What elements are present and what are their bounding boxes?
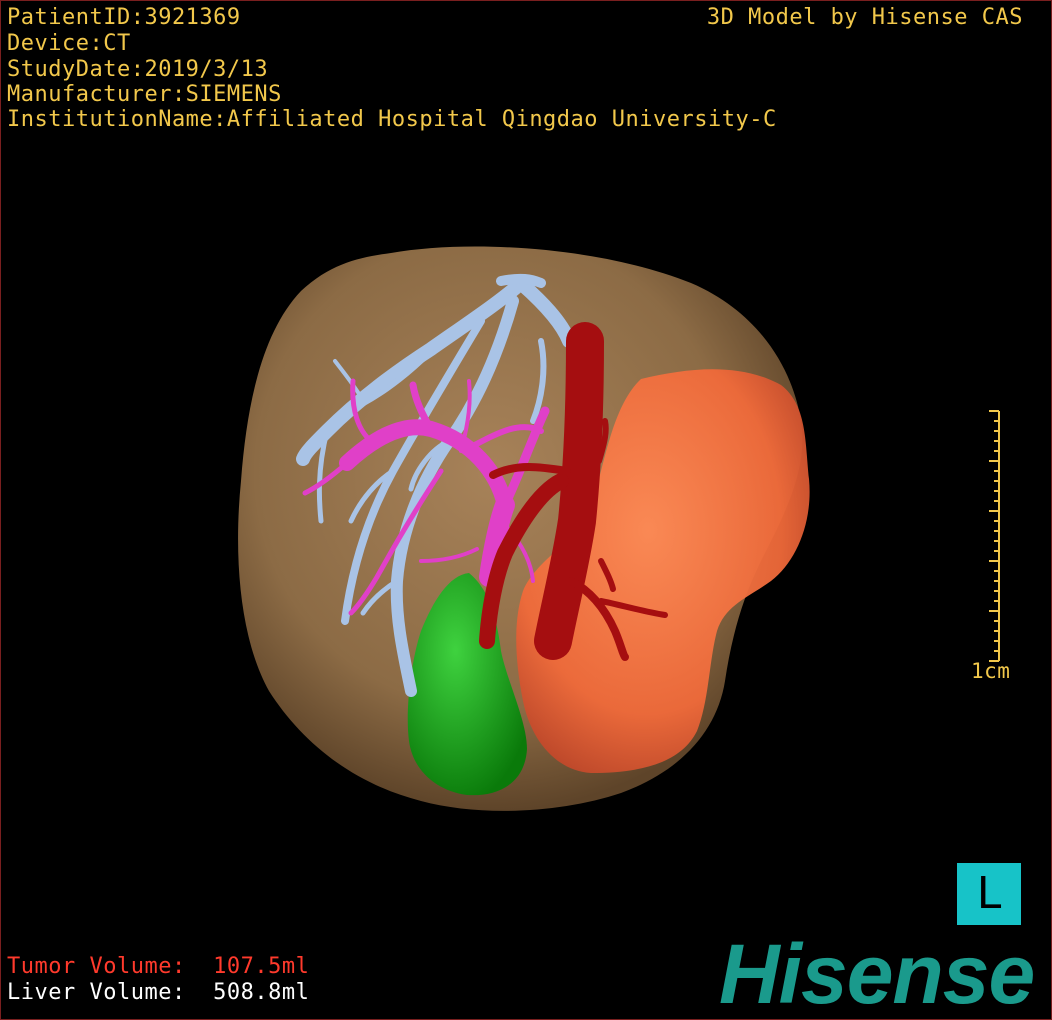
- orientation-indicator: L: [957, 863, 1021, 925]
- institution-label: InstitutionName:Affiliated Hospital Qing…: [7, 107, 777, 132]
- 3d-viewport[interactable]: PatientID:3921369 Device:CT StudyDate:20…: [0, 0, 1052, 1020]
- tumor-volume-label: Tumor Volume: 107.5ml: [7, 954, 310, 979]
- model-credit-label: 3D Model by Hisense CAS: [706, 5, 1023, 30]
- patient-id-label: PatientID:3921369: [7, 5, 241, 30]
- device-label: Device:CT: [7, 31, 131, 56]
- study-date-label: StudyDate:2019/3/13: [7, 57, 269, 82]
- liver-volume-label: Liver Volume: 508.8ml: [7, 980, 310, 1005]
- liver-3d-model[interactable]: [1, 1, 1051, 1019]
- hisense-logo: Hisense: [719, 927, 1035, 1020]
- manufacturer-label: Manufacturer:SIEMENS: [7, 82, 282, 107]
- scale-bar-label: 1cm: [971, 659, 1011, 683]
